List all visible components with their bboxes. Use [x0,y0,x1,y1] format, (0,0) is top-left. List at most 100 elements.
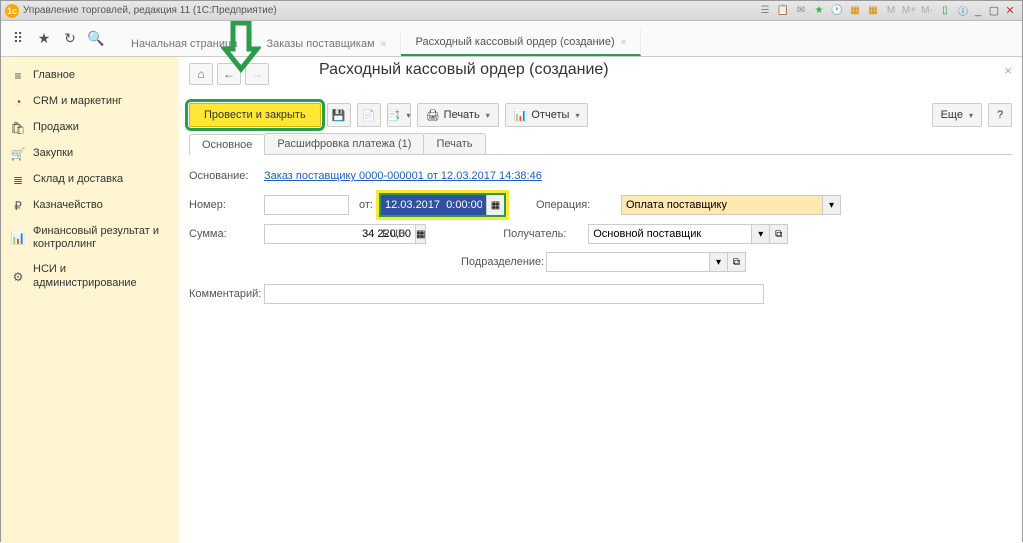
reports-button[interactable]: 📊 Отчеты▾ [505,103,589,127]
sidebar-item-main[interactable]: ≡ Главное [1,63,179,89]
post-button[interactable]: 📄 [357,103,381,127]
subtab-payment[interactable]: Расшифровка платежа (1) [264,133,424,154]
list-icon: ≡ [11,69,25,83]
ruble-icon: ₽ [11,199,25,213]
warehouse-icon: ≣ [11,173,25,187]
tb-icon[interactable]: ▯ [938,4,952,18]
comment-input[interactable] [264,284,764,304]
toolbar: Провести и закрыть 💾 📄 📑▾ 🖨 Печать▾ 📊 От… [189,103,1012,127]
print-button[interactable]: 🖨 Печать▾ [417,103,499,127]
calc-icon[interactable]: ▦ [416,224,426,244]
tb-icon-m[interactable]: M [884,4,898,18]
dropdown-icon[interactable]: ▾ [823,195,841,215]
dropdown-icon[interactable]: ▾ [710,252,728,272]
reports-label: Отчеты [531,109,569,121]
tab-label: Расходный кассовый ордер (создание) [415,36,614,48]
tb-icon[interactable]: 🕐 [830,4,844,18]
sum-label: Сумма: [189,228,264,240]
tab-home[interactable]: Начальная страница [117,30,252,56]
main-content: ⌂ ← → Расходный кассовый ордер (создание… [179,57,1022,543]
sidebar-item-label: CRM и маркетинг [33,95,122,108]
minimize-button[interactable]: _ [970,4,986,18]
tab-cash-order[interactable]: Расходный кассовый ордер (создание) × [401,28,641,56]
print-label: Печать [444,109,480,121]
sidebar-item-sales[interactable]: 🛍 Продажи [1,115,179,141]
more-label: Еще [941,109,963,121]
sidebar-item-treasury[interactable]: ₽ Казначейство [1,193,179,219]
operation-label: Операция: [536,199,621,211]
close-icon[interactable]: × [621,37,627,48]
close-page-button[interactable]: × [1004,63,1012,78]
titlebar: 1c Управление торговлей, редакция 11 (1С… [1,1,1022,21]
sidebar-item-purchases[interactable]: 🛒 Закупки [1,141,179,167]
sidebar-item-label: НСИ и администрирование [33,263,169,289]
tb-icon[interactable]: ☰ [758,4,772,18]
bars-icon: 📊 [11,231,25,245]
tab-label: Заказы поставщикам [266,38,374,50]
subtab-main[interactable]: Основное [189,134,265,155]
sidebar-item-label: Главное [33,69,75,82]
tab-orders[interactable]: Заказы поставщикам × [252,30,401,56]
form: Основание: Заказ поставщику 0000-000001 … [189,165,1012,305]
chart-icon: ◔ [11,95,25,109]
open-icon[interactable]: ⧉ [770,224,788,244]
star-icon[interactable]: ★ [35,30,53,48]
department-label: Подразделение: [461,256,546,268]
operation-select[interactable] [621,195,823,215]
maximize-button[interactable]: ▢ [986,4,1002,18]
gear-icon: ⚙ [11,270,25,284]
number-label: Номер: [189,199,264,211]
currency-label: RUB [382,228,405,240]
sidebar: ≡ Главное ◔ CRM и маркетинг 🛍 Продажи 🛒 … [1,57,179,543]
tb-icon[interactable]: ★ [812,4,826,18]
sidebar-item-admin[interactable]: ⚙ НСИ и администрирование [1,257,179,295]
bag-icon: 🛍 [11,121,25,135]
date-group: ▦ [379,193,506,217]
recipient-label: Получатель: [503,228,588,240]
sidebar-item-label: Казначейство [33,199,103,212]
create-based-button[interactable]: 📑▾ [387,103,411,127]
history-icon[interactable]: ↻ [61,30,79,48]
sidebar-item-label: Закупки [33,147,73,160]
sidebar-item-label: Финансовый результат и контроллинг [33,225,169,251]
sidebar-item-warehouse[interactable]: ≣ Склад и доставка [1,167,179,193]
tb-icon[interactable]: 📋 [776,4,790,18]
more-button[interactable]: Еще▾ [932,103,982,127]
basis-link[interactable]: Заказ поставщику 0000-000001 от 12.03.20… [264,170,542,182]
date-input[interactable] [381,195,486,215]
info-icon[interactable]: ⓘ [956,4,970,18]
app-title: Управление торговлей, редакция 11 (1С:Пр… [23,5,277,16]
subtabs: Основное Расшифровка платежа (1) Печать [189,133,1012,155]
tb-icon[interactable]: ▦ [848,4,862,18]
subtab-print[interactable]: Печать [423,133,485,154]
close-icon[interactable]: × [381,39,387,50]
back-button[interactable]: ← [217,63,241,85]
from-label: от: [359,199,373,211]
close-button[interactable]: ✕ [1002,4,1018,18]
page-title: Расходный кассовый ордер (создание) [319,61,609,79]
sidebar-item-label: Продажи [33,121,79,134]
basis-label: Основание: [189,170,264,182]
recipient-select[interactable] [588,224,752,244]
sidebar-item-crm[interactable]: ◔ CRM и маркетинг [1,89,179,115]
home-button[interactable]: ⌂ [189,63,213,85]
department-select[interactable] [546,252,710,272]
top-row: ⠿ ★ ↻ 🔍 Начальная страница Заказы постав… [1,21,1022,57]
forward-button[interactable]: → [245,63,269,85]
open-icon[interactable]: ⧉ [728,252,746,272]
sidebar-item-finance[interactable]: 📊 Финансовый результат и контроллинг [1,219,179,257]
help-button[interactable]: ? [988,103,1012,127]
dropdown-icon[interactable]: ▾ [752,224,770,244]
comment-label: Комментарий: [189,288,264,300]
tb-icon-m[interactable]: M+ [902,4,916,18]
cart-icon: 🛒 [11,147,25,161]
tb-icon[interactable]: ▦ [866,4,880,18]
number-input[interactable] [264,195,349,215]
tb-icon-m[interactable]: M- [920,4,934,18]
save-button[interactable]: 💾 [327,103,351,127]
search-icon[interactable]: 🔍 [87,30,105,48]
tb-icon[interactable]: ✉ [794,4,808,18]
post-and-close-button[interactable]: Провести и закрыть [189,103,321,127]
apps-icon[interactable]: ⠿ [9,30,27,48]
calendar-icon[interactable]: ▦ [486,195,504,215]
